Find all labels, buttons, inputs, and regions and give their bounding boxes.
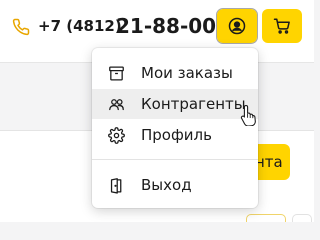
menu-item-contractors[interactable]: Контрагенты xyxy=(92,89,258,119)
page: +7 (4812) 21-88-00 нта Мои заказы Контра… xyxy=(0,0,314,222)
menu-item-label: Выход xyxy=(141,176,192,194)
phone-code[interactable]: +7 (4812) xyxy=(38,17,122,35)
archive-icon xyxy=(107,64,125,82)
menu-item-label: Профиль xyxy=(141,126,212,144)
gear-icon xyxy=(107,126,125,144)
cart-icon xyxy=(273,17,291,35)
hand-cursor-icon xyxy=(240,104,258,127)
menu-item-logout[interactable]: Выход xyxy=(92,170,258,200)
menu-item-label: Контрагенты xyxy=(141,95,246,113)
cart-button[interactable] xyxy=(262,9,302,43)
menu-item-orders[interactable]: Мои заказы xyxy=(92,58,258,88)
background-action-button-label: нта xyxy=(255,153,283,171)
door-exit-icon xyxy=(107,176,125,194)
background-small-control-right[interactable] xyxy=(292,214,312,222)
user-icon xyxy=(228,17,246,35)
menu-item-label: Мои заказы xyxy=(141,64,233,82)
users-icon xyxy=(107,95,125,113)
phone-icon xyxy=(12,18,30,36)
menu-item-profile[interactable]: Профиль xyxy=(92,120,258,150)
phone-number[interactable]: 21-88-00 xyxy=(116,14,216,38)
background-small-control[interactable] xyxy=(246,214,286,222)
account-dropdown-menu: Мои заказы Контрагенты Профиль Выход xyxy=(92,48,258,208)
account-button[interactable] xyxy=(216,8,258,44)
menu-divider xyxy=(92,159,258,160)
